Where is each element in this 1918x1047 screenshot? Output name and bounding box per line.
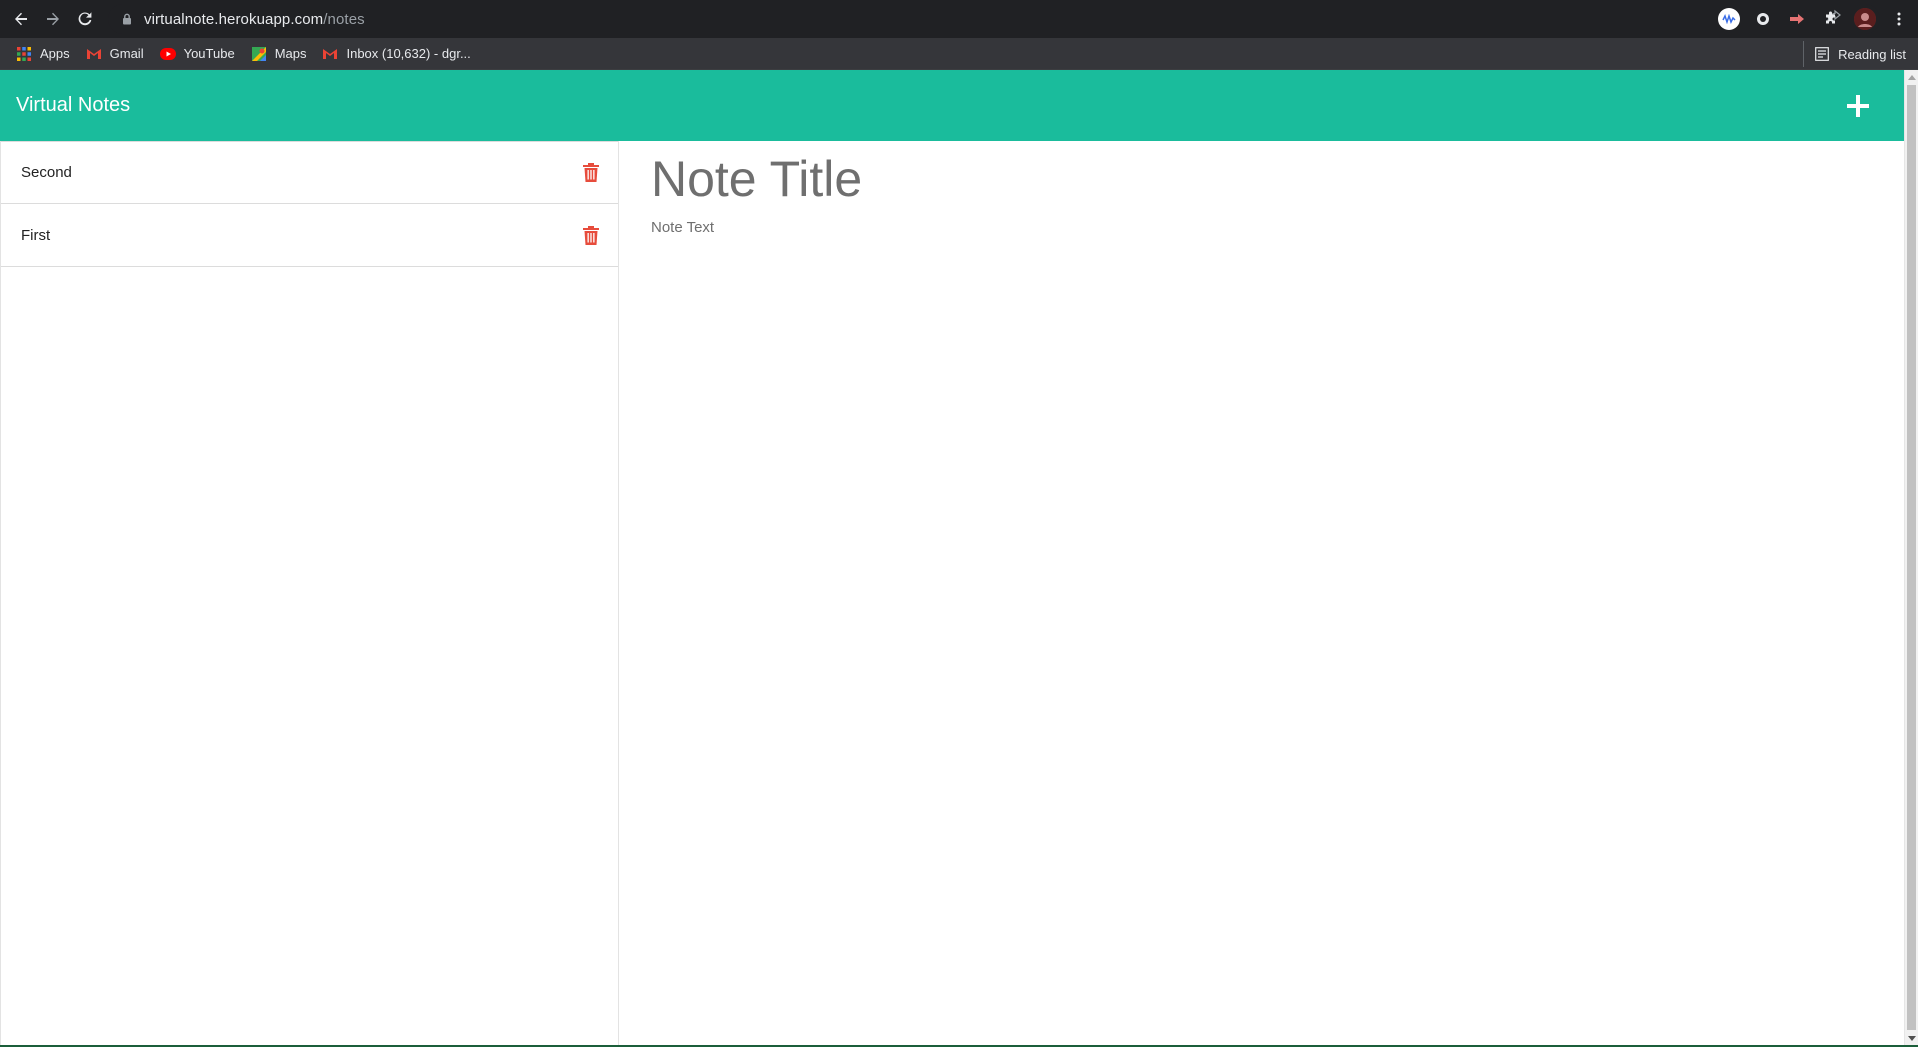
bookmark-label: Inbox (10,632) - dgr...	[346, 46, 471, 61]
note-list-item[interactable]: First	[1, 204, 618, 267]
bookmarks-bar: Apps Gmail YouTube Maps Inbox (10,632) -…	[0, 38, 1918, 70]
scroll-down-arrow-icon[interactable]	[1905, 1031, 1918, 1045]
bookmark-apps[interactable]: Apps	[10, 41, 76, 67]
bookmark-maps[interactable]: Maps	[245, 41, 313, 67]
bookmark-label: Gmail	[109, 46, 144, 61]
note-list: Second First	[1, 141, 618, 267]
extensions-area	[1718, 4, 1910, 34]
bookmark-youtube[interactable]: YouTube	[154, 41, 241, 67]
page: Virtual Notes Second First	[0, 70, 1904, 1047]
extension-wave-icon[interactable]	[1718, 8, 1740, 30]
extension-circle-icon[interactable]	[1752, 8, 1774, 30]
bookmark-label: Maps	[274, 46, 307, 61]
reading-list-icon	[1814, 46, 1830, 62]
notes-sidebar: Second First	[0, 141, 619, 1047]
forward-button[interactable]	[37, 3, 69, 35]
note-list-item[interactable]: Second	[1, 141, 618, 204]
note-item-title[interactable]: Second	[21, 164, 72, 181]
reload-button[interactable]	[69, 3, 101, 35]
app-header: Virtual Notes	[0, 70, 1904, 141]
browser-toolbar: virtualnote.herokuapp.com/notes	[0, 0, 1918, 38]
bookmark-gmail[interactable]: Gmail	[80, 41, 150, 67]
url-path: /notes	[323, 10, 365, 28]
note-text-input[interactable]	[651, 219, 1851, 1019]
new-note-button[interactable]	[1842, 90, 1874, 122]
note-editor	[619, 141, 1904, 1047]
note-title-input[interactable]	[651, 149, 1851, 209]
address-bar[interactable]: virtualnote.herokuapp.com/notes	[108, 4, 1880, 34]
plus-icon	[1847, 95, 1869, 117]
bookmark-inbox[interactable]: Inbox (10,632) - dgr...	[316, 41, 476, 67]
reload-icon	[78, 12, 92, 26]
extension-arrow-icon[interactable]	[1786, 8, 1808, 30]
page-scrollbar[interactable]	[1904, 70, 1918, 1047]
url-host: virtualnote.herokuapp.com	[144, 10, 324, 28]
maps-icon	[251, 46, 267, 62]
trash-icon[interactable]	[582, 163, 600, 183]
arrow-right-icon	[47, 12, 59, 26]
gmail-icon	[86, 46, 102, 62]
arrow-left-icon	[15, 12, 27, 26]
bookmark-label: YouTube	[183, 46, 235, 61]
url-text: virtualnote.herokuapp.com/notes	[144, 11, 365, 28]
reading-list-label: Reading list	[1838, 46, 1906, 62]
lock-icon[interactable]	[120, 12, 134, 26]
menu-kebab-icon[interactable]	[1888, 8, 1910, 30]
youtube-icon	[159, 46, 176, 62]
app-title[interactable]: Virtual Notes	[16, 94, 130, 117]
profile-avatar-icon[interactable]	[1854, 8, 1876, 30]
puzzle-icon[interactable]	[1820, 8, 1842, 30]
gmail-icon	[322, 46, 338, 62]
scroll-thumb[interactable]	[1907, 85, 1916, 1030]
reading-list-button[interactable]: Reading list	[1803, 41, 1906, 67]
scroll-up-arrow-icon[interactable]	[1905, 70, 1918, 84]
note-item-title[interactable]: First	[21, 227, 50, 244]
bookmark-label: Apps	[40, 46, 70, 61]
back-button[interactable]	[5, 3, 37, 35]
apps-grid-icon	[16, 46, 32, 62]
trash-icon[interactable]	[582, 225, 600, 245]
